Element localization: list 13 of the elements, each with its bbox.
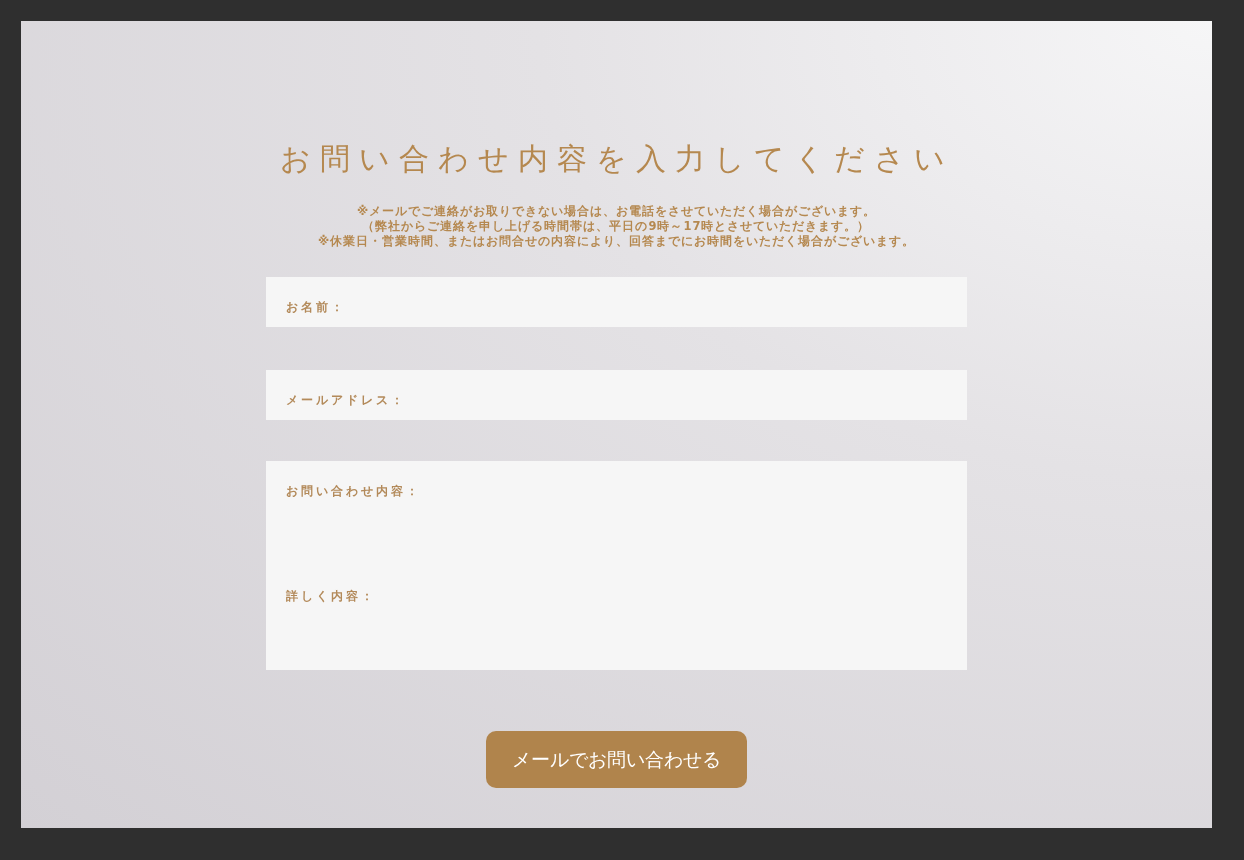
field-label: お名前： xyxy=(286,299,346,316)
notice-text: ※メールでご連絡がお取りできない場合は、お電話をさせていただく場合がございます。 xyxy=(356,204,877,219)
input-field[interactable]: お問い合わせ内容： xyxy=(266,461,967,514)
input-field[interactable]: 詳しく内容： xyxy=(266,514,967,670)
submit-button[interactable]: メールでお問い合わせる xyxy=(486,731,747,788)
input-field[interactable]: メールアドレス： xyxy=(266,370,967,420)
notice-text: （弊社からご連絡を申し上げる時間帯は、平日の9時～17時とさせていただきます。） xyxy=(362,219,871,234)
notice-text: ※休業日・営業時間、またはお問合せの内容により、回答までにお時間をいただく場合がございます。 xyxy=(317,234,916,249)
page-title: お問い合わせ内容を入力してください xyxy=(279,140,954,178)
field-label: お問い合わせ内容： xyxy=(286,483,421,500)
field-label: 詳しく内容： xyxy=(286,588,376,605)
input-field[interactable]: お名前： xyxy=(266,277,967,327)
field-label: メールアドレス： xyxy=(286,392,406,409)
